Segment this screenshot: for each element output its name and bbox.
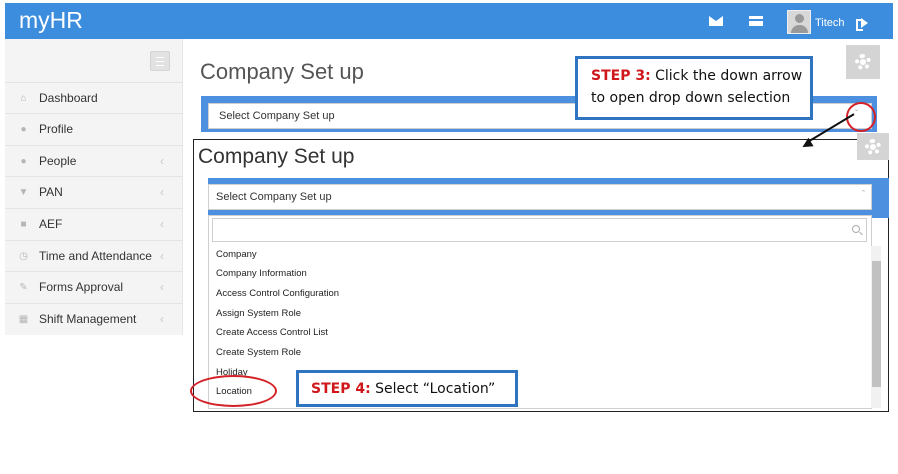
location-option-highlight <box>190 375 277 407</box>
step4-callout: STEP 4: Select “Location” <box>296 370 518 407</box>
chevron-left-icon: ‹ <box>160 154 164 168</box>
page-title: Company Set up <box>200 59 364 84</box>
username-label[interactable]: Titech <box>815 17 845 29</box>
logout-icon[interactable] <box>856 18 868 31</box>
sidebar-item-label: People <box>39 154 77 168</box>
sidebar-item-label: PAN <box>39 185 63 199</box>
zoom-page-title: Company Set up <box>198 145 355 168</box>
top-navbar: myHR Titech <box>5 3 893 39</box>
dropdown-option-create-access-control-list[interactable]: Create Access Control List <box>216 327 328 338</box>
card-icon[interactable] <box>747 3 765 39</box>
calendar-icon: ▦ <box>18 314 29 325</box>
pencil-icon: ✎ <box>19 282 28 293</box>
people-icon: ● <box>20 156 27 167</box>
sidebar-item-time-and-attendance[interactable]: ◷ Time and Attendance ‹ <box>5 240 183 271</box>
envelope-icon[interactable] <box>707 3 725 39</box>
sidebar-item-label: Profile <box>39 122 74 136</box>
chevron-left-icon: ‹ <box>160 249 164 263</box>
sidebar-item-dashboard[interactable]: ⌂ Dashboard <box>5 82 183 113</box>
search-icon <box>852 225 860 233</box>
app-logo[interactable]: myHR <box>19 7 83 34</box>
menu-toggle-button[interactable] <box>150 51 170 71</box>
sidebar-item-shift-management[interactable]: ▦ Shift Management ‹ <box>5 303 183 334</box>
step3-label: STEP 3: <box>591 68 651 84</box>
dropdown-option-company[interactable]: Company <box>216 249 257 260</box>
chevron-left-icon: ‹ <box>160 217 164 231</box>
dropdown-search-input[interactable] <box>212 218 867 242</box>
chevron-left-icon: ‹ <box>160 185 164 199</box>
step3-text2: to open drop down selection <box>591 90 791 106</box>
step3-text1: Click the down arrow <box>655 68 803 84</box>
chevron-up-icon: ˆ <box>862 189 865 199</box>
dropdown-option-company-information[interactable]: Company Information <box>216 268 307 279</box>
chevron-left-icon: ‹ <box>160 280 164 294</box>
step3-line1: STEP 3: Click the down arrow <box>591 65 810 87</box>
sidebar-item-forms-approval[interactable]: ✎ Forms Approval ‹ <box>5 271 183 302</box>
settings-button[interactable] <box>846 45 880 79</box>
step4-label: STEP 4: <box>311 381 371 397</box>
chevron-down-icon[interactable]: ˇ <box>855 109 858 120</box>
select-placeholder: Select Company Set up <box>219 110 335 122</box>
user-icon: ● <box>20 124 27 135</box>
clock-icon: ◷ <box>19 251 28 262</box>
zoom-company-setup-select[interactable]: Select Company Set up ˆ <box>208 184 872 210</box>
sidebar-item-label: AEF <box>39 217 63 231</box>
chevron-left-icon: ‹ <box>160 312 164 326</box>
user-avatar[interactable] <box>787 10 811 34</box>
step4-text: Select “Location” <box>375 381 496 397</box>
gear-icon <box>865 138 881 155</box>
dropdown-option-access-control-configuration[interactable]: Access Control Configuration <box>216 288 339 299</box>
sidebar: ⌂ Dashboard ● Profile ● People ‹ ▼ PAN ‹… <box>5 39 183 335</box>
zoom-select-placeholder: Select Company Set up <box>216 191 332 203</box>
dropdown-option-create-system-role[interactable]: Create System Role <box>216 347 301 358</box>
sidebar-item-label: Forms Approval <box>39 280 124 294</box>
sidebar-item-label: Shift Management <box>39 312 137 326</box>
dropdown-scrollbar-thumb[interactable] <box>872 261 881 387</box>
sidebar-item-label: Dashboard <box>39 91 98 105</box>
folder-icon: ■ <box>20 219 27 230</box>
gear-icon <box>855 54 871 70</box>
home-icon: ⌂ <box>20 93 27 104</box>
zoom-settings-button[interactable] <box>857 133 889 160</box>
step3-callout: STEP 3: Click the down arrow to open dro… <box>575 56 813 120</box>
sidebar-item-label: Time and Attendance <box>39 249 152 263</box>
sidebar-item-people[interactable]: ● People ‹ <box>5 145 183 176</box>
sidebar-item-aef[interactable]: ■ AEF ‹ <box>5 208 183 239</box>
sidebar-item-pan[interactable]: ▼ PAN ‹ <box>5 176 183 207</box>
sidebar-item-profile[interactable]: ● Profile <box>5 113 183 144</box>
dropdown-option-assign-system-role[interactable]: Assign System Role <box>216 308 301 319</box>
trophy-icon: ▼ <box>18 187 29 198</box>
